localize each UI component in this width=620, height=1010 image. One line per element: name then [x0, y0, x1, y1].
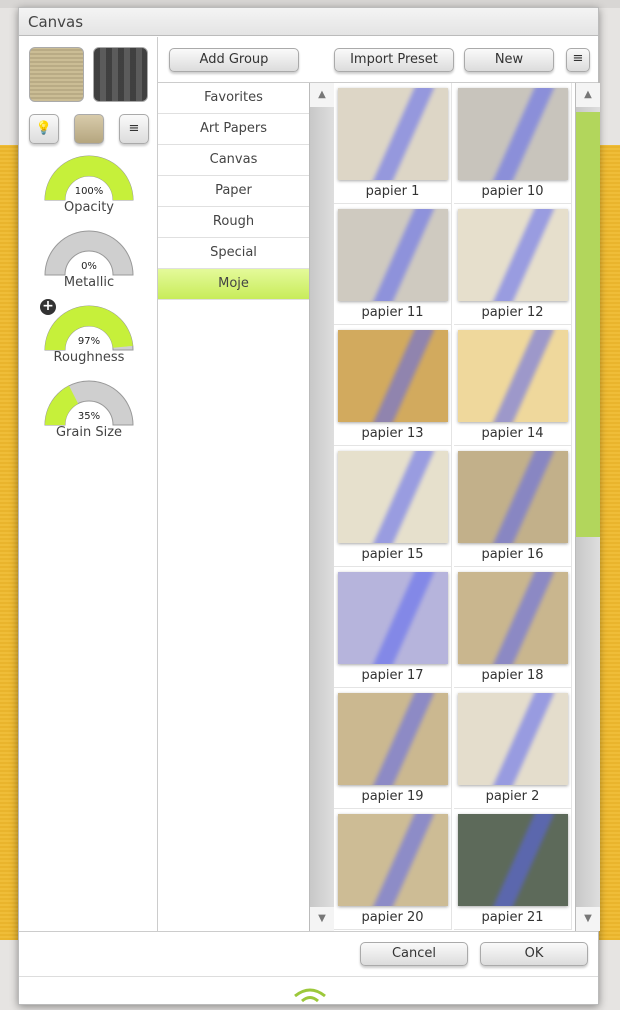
preset-tile[interactable]: papier 19 — [334, 688, 452, 809]
preset-thumbnail — [458, 451, 568, 543]
group-item[interactable]: Rough — [158, 207, 309, 238]
preset-tile[interactable]: papier 14 — [454, 325, 572, 446]
preset-name: papier 15 — [361, 547, 424, 562]
preset-thumbnail — [458, 693, 568, 785]
gauge-value: 35% — [77, 411, 101, 422]
preset-tile[interactable]: papier 15 — [334, 446, 452, 567]
preset-thumbnail — [338, 814, 448, 906]
paper-color-swatch[interactable] — [74, 114, 104, 144]
gauge-value: 97% — [77, 336, 101, 347]
preset-thumbnail — [338, 451, 448, 543]
ok-button[interactable]: OK — [480, 942, 588, 966]
menu-list-icon[interactable]: ≡ — [119, 114, 149, 144]
scrollbar-thumb[interactable] — [576, 112, 600, 537]
scroll-down-arrow-icon[interactable]: ▼ — [310, 907, 334, 931]
preset-thumbnail — [338, 572, 448, 664]
grain-texture-preview[interactable] — [93, 47, 148, 102]
preset-tile[interactable]: papier 10 — [454, 83, 572, 204]
preset-thumbnail — [338, 693, 448, 785]
preset-thumbnail — [338, 209, 448, 301]
add-group-button[interactable]: Add Group — [169, 48, 299, 72]
preset-tile[interactable]: papier 1 — [334, 83, 452, 204]
gauge-opacity[interactable]: 100% Opacity — [41, 152, 137, 222]
gauge-label: Roughness — [53, 350, 125, 365]
preset-tile[interactable]: papier 2 — [454, 688, 572, 809]
menu-list-icon[interactable]: ≡ — [566, 48, 590, 72]
preset-thumbnail — [338, 88, 448, 180]
preset-grid: papier 1 papier 10 papier 11 papier 12 papie… — [334, 83, 575, 931]
cancel-button[interactable]: Cancel — [360, 942, 468, 966]
lighting-icon[interactable]: 💡 — [29, 114, 59, 144]
paper-texture-preview[interactable] — [29, 47, 84, 102]
preset-name: papier 17 — [361, 668, 424, 683]
group-item[interactable]: Paper — [158, 176, 309, 207]
wifi-handle-icon[interactable] — [292, 984, 328, 1004]
preset-thumbnail — [458, 88, 568, 180]
preset-name: papier 16 — [481, 547, 544, 562]
preset-name: papier 12 — [481, 305, 544, 320]
scroll-up-arrow-icon[interactable]: ▲ — [310, 83, 334, 107]
preset-tile[interactable]: papier 21 — [454, 809, 572, 930]
gauge-label: Grain Size — [55, 425, 123, 440]
preset-name: papier 11 — [361, 305, 424, 320]
preset-thumbnail — [338, 330, 448, 422]
preset-name: papier 14 — [481, 426, 544, 441]
gauge-grain-size[interactable]: 35% Grain Size — [41, 377, 137, 447]
presets-scrollbar[interactable]: ▲ ▼ — [575, 83, 600, 931]
preset-tile[interactable]: papier 16 — [454, 446, 572, 567]
preset-name: papier 10 — [481, 184, 544, 199]
groups-scrollbar[interactable]: ▲ ▼ — [309, 83, 334, 931]
preset-tile[interactable]: papier 11 — [334, 204, 452, 325]
preset-name: papier 18 — [481, 668, 544, 683]
scroll-up-arrow-icon[interactable]: ▲ — [576, 83, 600, 107]
group-item[interactable]: Art Papers — [158, 114, 309, 145]
preset-thumbnail — [458, 330, 568, 422]
import-preset-button[interactable]: Import Preset — [334, 48, 454, 72]
preset-tile[interactable]: papier 20 — [334, 809, 452, 930]
add-icon[interactable]: + — [40, 299, 56, 315]
preset-name: papier 2 — [485, 789, 540, 804]
preset-groups-list: Favorites Art Papers Canvas Paper Rough Speci… — [158, 83, 309, 300]
canvas-dialog: Canvas 💡 ≡ 100% Opacity 0% Metallic 97% Rough… — [18, 7, 600, 1006]
preset-tile[interactable]: papier 13 — [334, 325, 452, 446]
preset-name: papier 19 — [361, 789, 424, 804]
material-settings-panel: 💡 ≡ 100% Opacity 0% Metallic 97% Roughness 35%… — [19, 37, 158, 932]
scroll-down-arrow-icon[interactable]: ▼ — [576, 907, 600, 931]
preset-tile[interactable]: papier 18 — [454, 567, 572, 688]
group-item[interactable]: Canvas — [158, 145, 309, 176]
preset-tile[interactable]: papier 12 — [454, 204, 572, 325]
gauge-label: Opacity — [63, 200, 114, 215]
preset-thumbnail — [458, 209, 568, 301]
preset-name: papier 21 — [481, 910, 544, 925]
gauge-value: 0% — [81, 261, 97, 272]
gauge-value: 100% — [74, 186, 104, 197]
dialog-title: Canvas — [19, 8, 598, 36]
gauge-metallic[interactable]: 0% Metallic — [41, 227, 137, 297]
preset-thumbnail — [458, 572, 568, 664]
group-item[interactable]: Favorites — [158, 83, 309, 114]
preset-thumbnail — [458, 814, 568, 906]
preset-name: papier 1 — [365, 184, 420, 199]
preset-name: papier 13 — [361, 426, 424, 441]
gauge-roughness[interactable]: 97% Roughness — [41, 302, 137, 372]
group-item[interactable]: Moje — [158, 269, 309, 300]
gauge-label: Metallic — [63, 275, 115, 290]
new-preset-button[interactable]: New — [464, 48, 554, 72]
preset-name: papier 20 — [361, 910, 424, 925]
dialog-footer: Cancel OK — [19, 931, 598, 1006]
group-item[interactable]: Special — [158, 238, 309, 269]
preset-tile[interactable]: papier 17 — [334, 567, 452, 688]
